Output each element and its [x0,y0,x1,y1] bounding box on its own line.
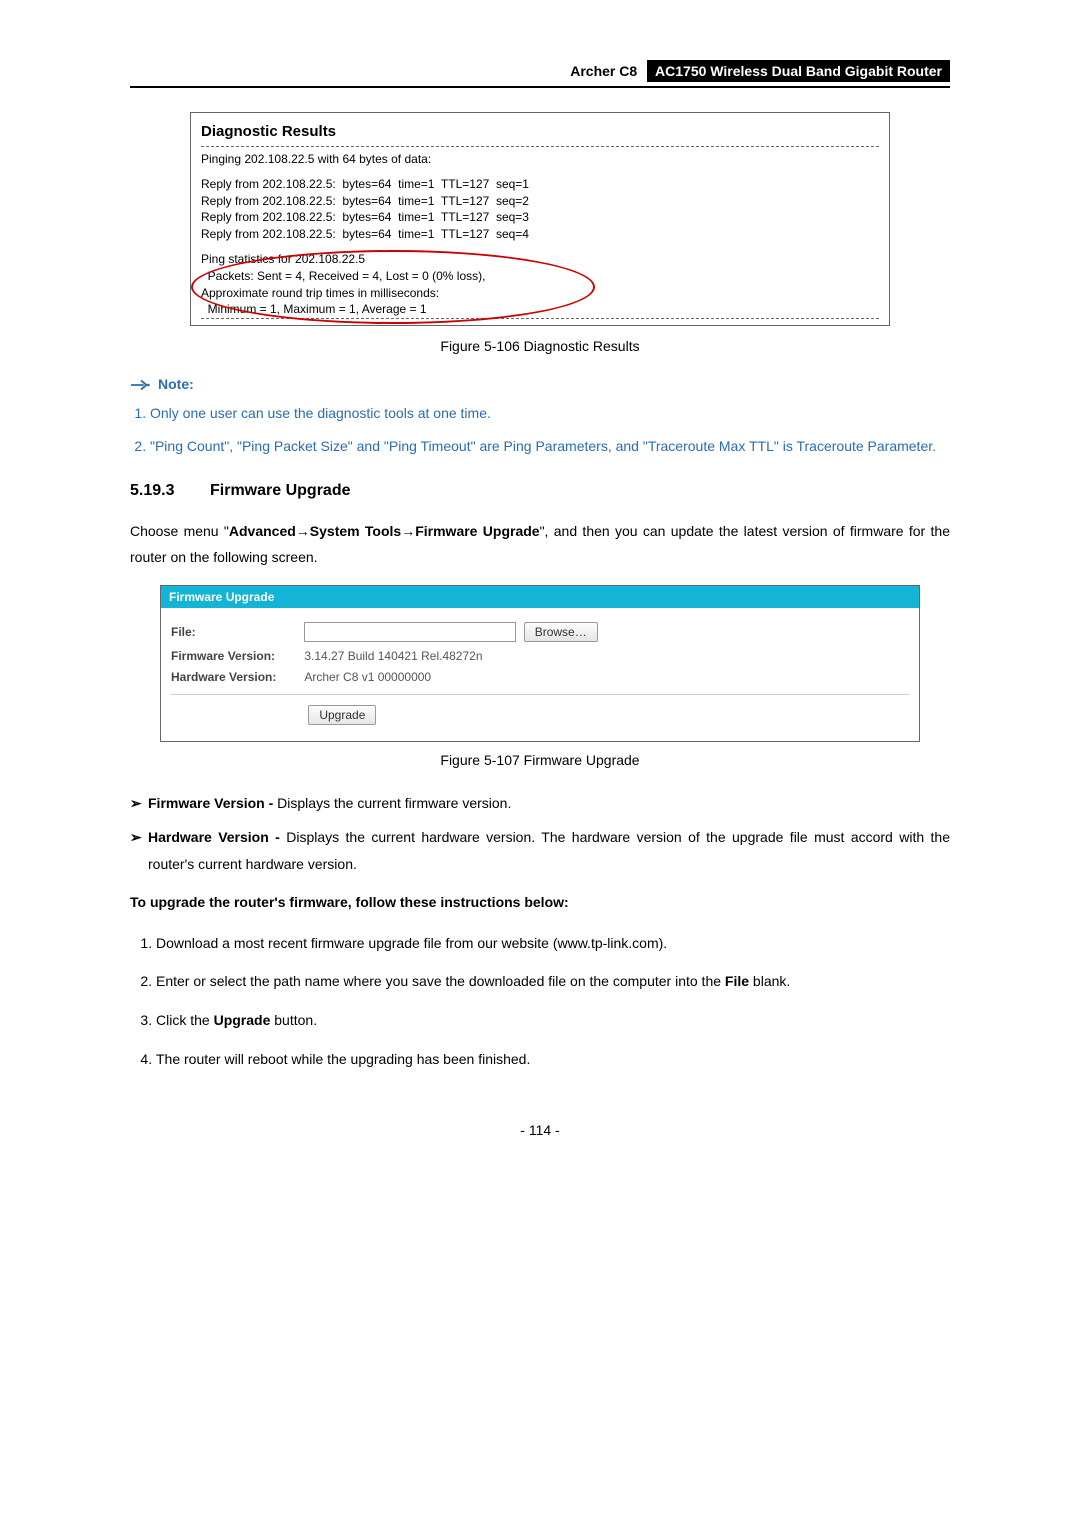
firmware-version-label: Firmware Version: [171,649,301,663]
instructions-heading: To upgrade the router's firmware, follow… [130,889,950,916]
bullet-firmware-version: Firmware Version - Displays the current … [148,790,950,817]
firmware-upgrade-panel: Firmware Upgrade File: Browse… Firmware … [160,585,920,742]
field-description-list: Firmware Version - Displays the current … [130,790,950,878]
bullet-hardware-version: Hardware Version - Displays the current … [148,824,950,877]
hand-point-icon [130,378,152,392]
browse-button[interactable]: Browse… [524,622,598,642]
page-number: - 114 - [130,1122,950,1138]
page-header: Archer C8 AC1750 Wireless Dual Band Giga… [130,60,950,88]
ping-header-line: Pinging 202.108.22.5 with 64 bytes of da… [201,151,879,168]
ping-reply-line: Reply from 202.108.22.5: bytes=64 time=1… [201,226,879,243]
hardware-version-label: Hardware Version: [171,670,301,684]
header-model: Archer C8 [570,63,637,79]
ping-stats-line: Approximate round trip times in millisec… [201,285,879,302]
step-item: Download a most recent firmware upgrade … [156,930,950,957]
ping-stats-line: Packets: Sent = 4, Received = 4, Lost = … [201,268,879,285]
note-heading: Note: [130,376,950,392]
step-item: Enter or select the path name where you … [156,968,950,995]
upgrade-button[interactable]: Upgrade [308,705,376,725]
file-label: File: [171,625,301,639]
firmware-panel-title: Firmware Upgrade [161,586,919,608]
figure-caption-diagnostic: Figure 5-106 Diagnostic Results [130,338,950,354]
note-label: Note: [158,376,194,392]
note-item: Only one user can use the diagnostic too… [150,400,950,427]
section-title: Firmware Upgrade [210,482,350,499]
note-list: Only one user can use the diagnostic too… [130,400,950,459]
ping-reply-line: Reply from 202.108.22.5: bytes=64 time=1… [201,176,879,193]
hardware-version-value: Archer C8 v1 00000000 [304,670,431,684]
figure-caption-firmware: Figure 5-107 Firmware Upgrade [130,752,950,768]
section-number: 5.19.3 [130,482,210,500]
intro-paragraph: Choose menu "Advanced→System Tools→Firmw… [130,518,950,571]
ping-reply-line: Reply from 202.108.22.5: bytes=64 time=1… [201,209,879,226]
section-heading: 5.19.3Firmware Upgrade [130,482,950,500]
diagnostic-results-box: Diagnostic Results Pinging 202.108.22.5 … [190,112,890,326]
ping-reply-line: Reply from 202.108.22.5: bytes=64 time=1… [201,193,879,210]
diagnostic-results-title: Diagnostic Results [201,123,879,140]
ping-stats-line: Ping statistics for 202.108.22.5 [201,251,879,268]
instruction-steps: Download a most recent firmware upgrade … [130,930,950,1072]
header-title: AC1750 Wireless Dual Band Gigabit Router [647,60,950,82]
file-input[interactable] [304,622,516,642]
divider [171,694,909,695]
step-item: Click the Upgrade button. [156,1007,950,1034]
firmware-version-value: 3.14.27 Build 140421 Rel.48272n [304,649,482,663]
diagnostic-output: Pinging 202.108.22.5 with 64 bytes of da… [201,146,879,319]
ping-stats-line: Minimum = 1, Maximum = 1, Average = 1 [201,301,879,318]
note-item: "Ping Count", "Ping Packet Size" and "Pi… [150,433,950,460]
step-item: The router will reboot while the upgradi… [156,1046,950,1073]
